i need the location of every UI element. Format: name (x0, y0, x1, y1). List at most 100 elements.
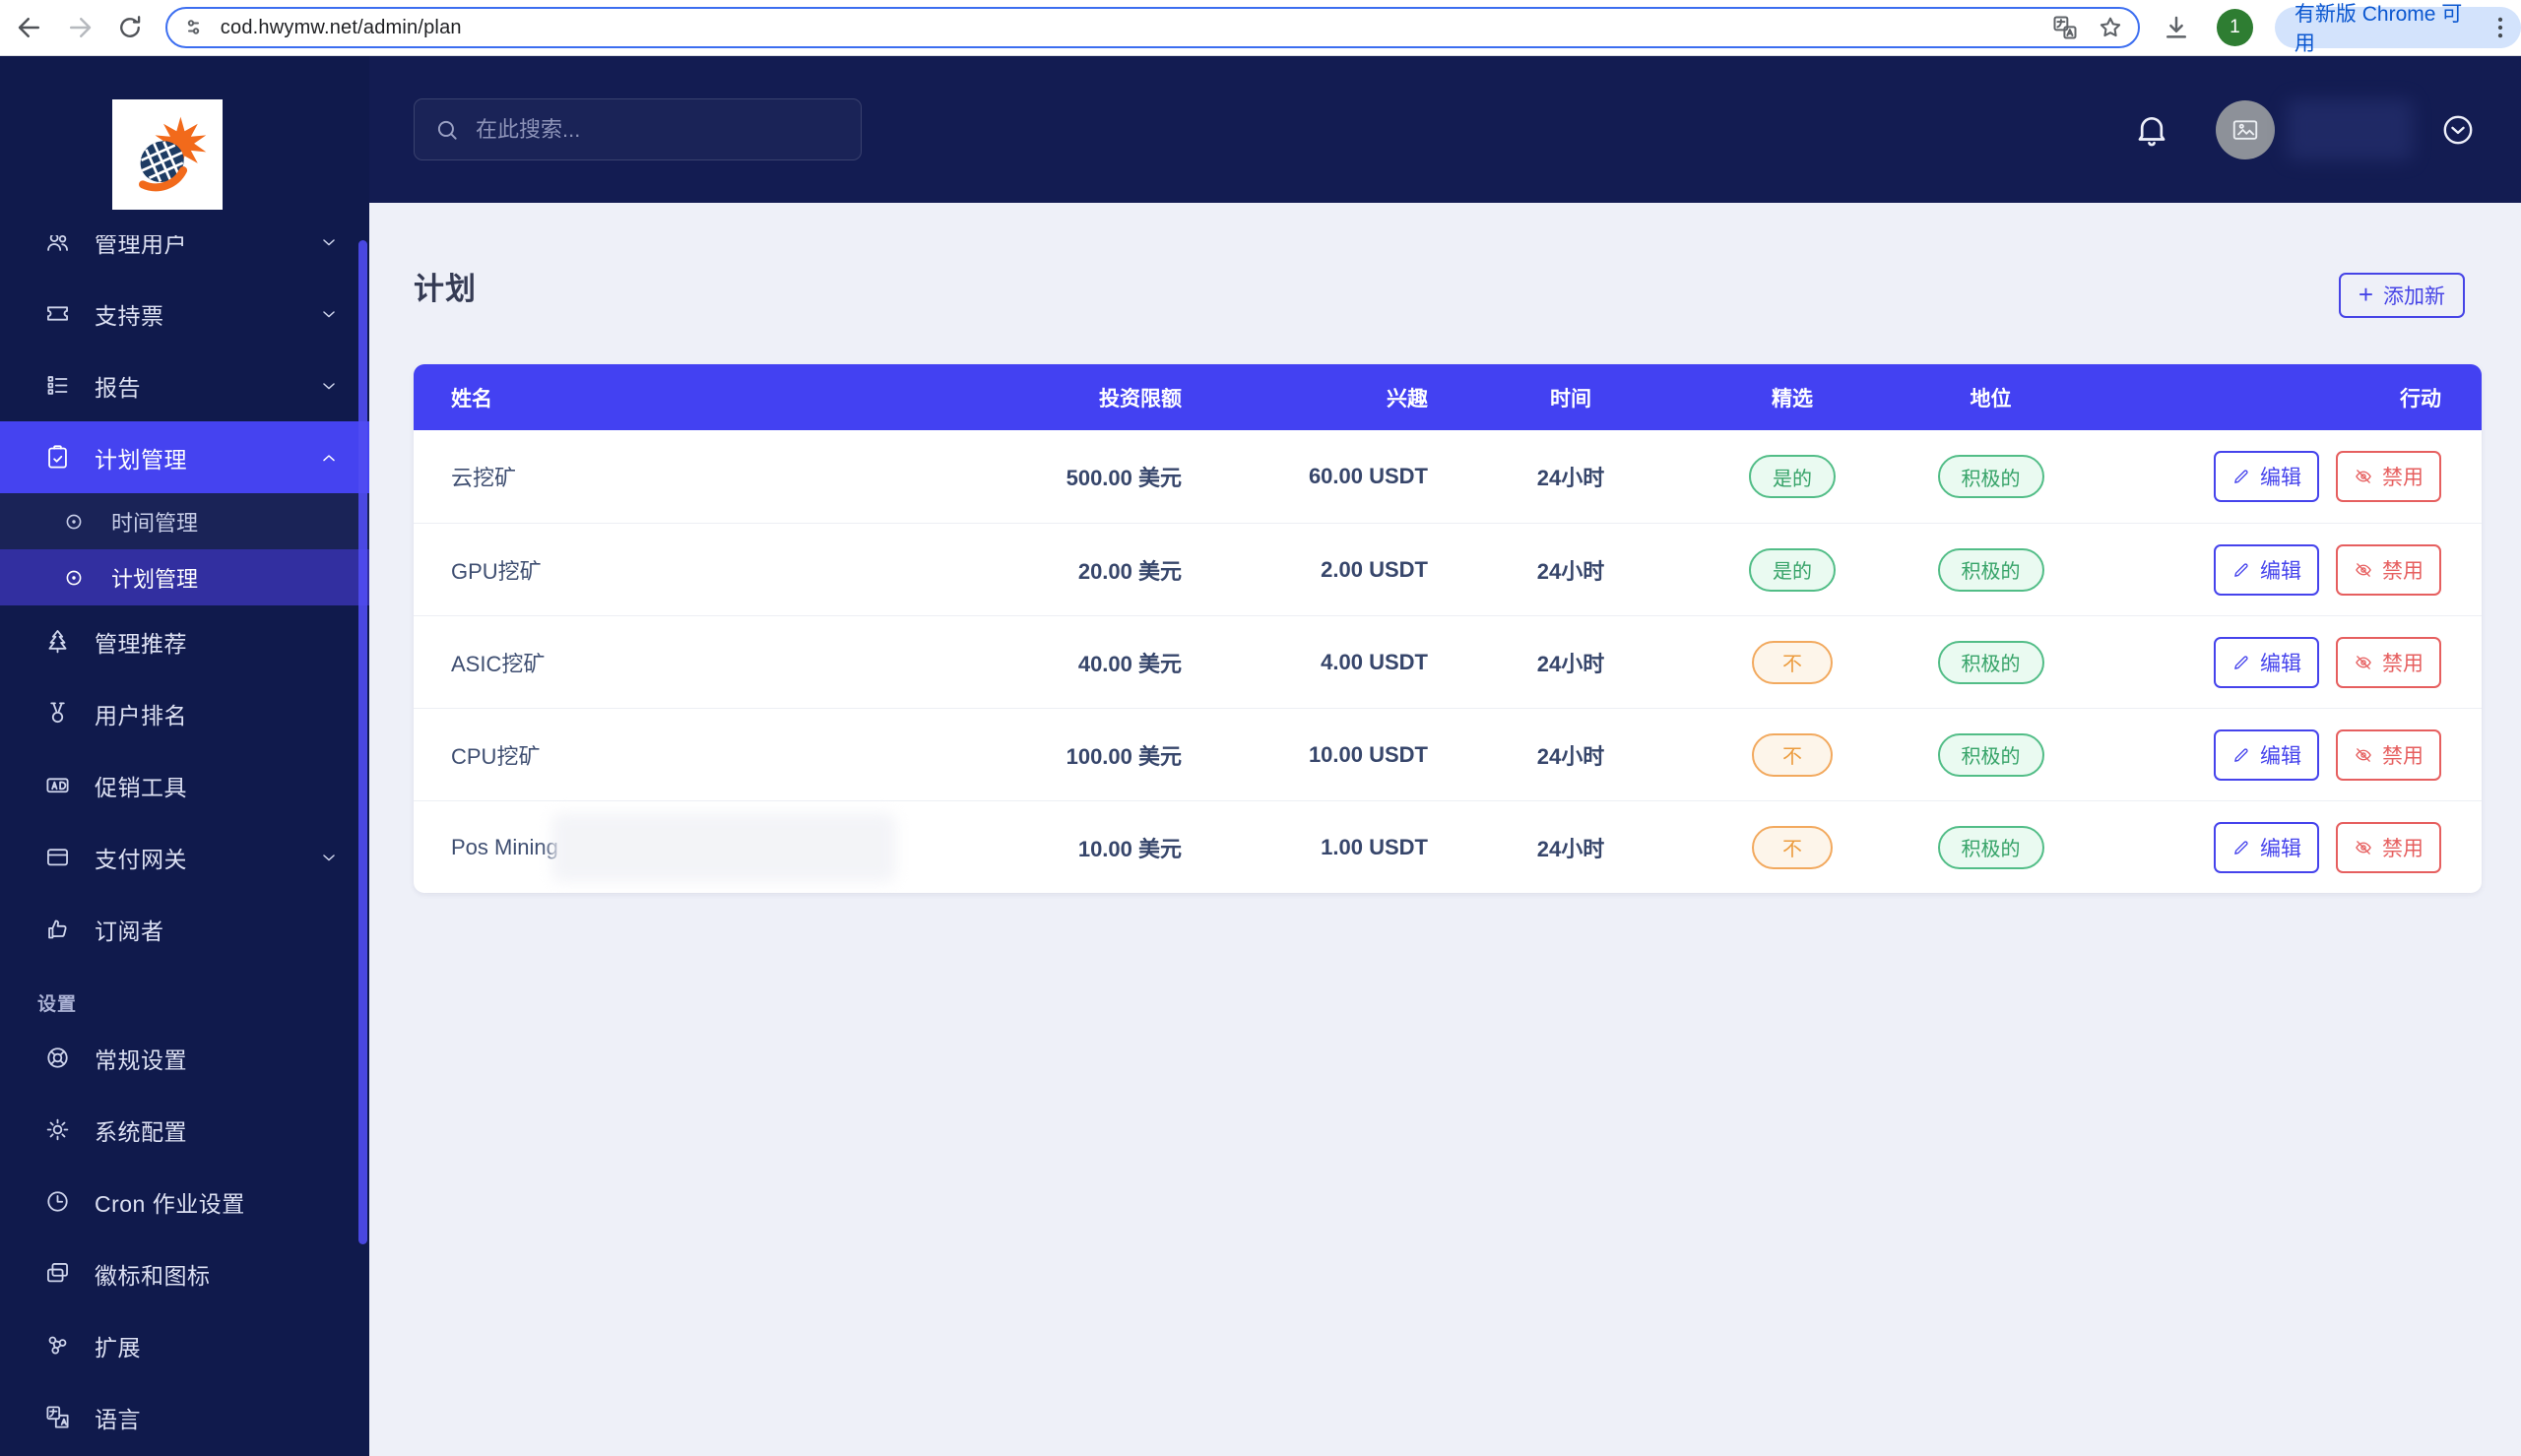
nodes-icon (44, 1332, 71, 1359)
edit-button[interactable]: 编辑 (2214, 451, 2319, 502)
chevron-down-icon (318, 847, 340, 868)
time-cell: 24小时 (1536, 836, 1605, 861)
investment-limit-cell: 10.00 美元 (1077, 836, 1182, 861)
sidebar-item[interactable]: 支持票 (0, 278, 369, 349)
sidebar-item[interactable]: 用户排名 (0, 677, 369, 749)
gear-icon (44, 1116, 71, 1143)
sidebar-item-label: 支持票 (95, 302, 164, 329)
sidebar-item[interactable]: 管理推荐 (0, 605, 369, 677)
browser-toolbar: cod.hwymw.net/admin/plan 1 有新版 Chrome 可用 (0, 0, 2521, 56)
refresh-icon[interactable] (109, 6, 152, 49)
url-text[interactable]: cod.hwymw.net/admin/plan (221, 17, 2034, 39)
back-icon[interactable] (8, 6, 50, 49)
bookmark-star-icon[interactable] (2097, 14, 2124, 41)
featured-badge: 不 (1752, 640, 1833, 684)
users-icon (44, 235, 71, 255)
table-row: ASIC挖矿 40.00 美元 4.00 USDT 24小时 不 积极的 编辑 禁用 (414, 615, 2482, 708)
download-icon[interactable] (2162, 13, 2191, 42)
screen: cod.hwymw.net/admin/plan 1 有新版 Chrome 可用 (0, 0, 2521, 1456)
dot-icon (62, 566, 86, 590)
table-row: GPU挖矿 20.00 美元 2.00 USDT 24小时 是的 积极的 编辑 禁用 (414, 523, 2482, 615)
user-avatar[interactable] (2216, 99, 2275, 159)
sidebar-item[interactable]: 订阅者 (0, 893, 369, 965)
sidebar-subitem-label: 时间管理 (111, 510, 199, 536)
account-chevron-icon[interactable] (2440, 112, 2476, 148)
sidebar-subitem-label: 计划管理 (111, 566, 199, 592)
eye-off-icon (2354, 653, 2373, 672)
sidebar-scrollbar[interactable] (358, 240, 367, 1244)
clock-icon (44, 1188, 71, 1215)
sidebar-subitem[interactable]: 时间管理 (0, 493, 369, 549)
search-input[interactable] (476, 116, 830, 143)
disable-button[interactable]: 禁用 (2336, 636, 2441, 688)
sidebar-item[interactable]: 计划管理 (0, 421, 369, 493)
eye-off-icon (2354, 560, 2373, 580)
plus-icon: + (2358, 279, 2373, 309)
table-header-row: 姓名 投资限额 兴趣 时间 精选 地位 行动 (414, 364, 2482, 430)
interest-cell: 10.00 USDT (1308, 741, 1428, 767)
page-content: 计划 + 添加新 姓名 投资限额 兴趣 时间 精选 地位 行动 云挖矿 500.00 美元 60… (369, 203, 2521, 1456)
edit-button[interactable]: 编辑 (2214, 821, 2319, 873)
profile-avatar[interactable]: 1 (2216, 9, 2253, 46)
status-badge: 积极的 (1937, 455, 2044, 498)
notifications-bell-icon[interactable] (2133, 111, 2170, 149)
brand-logo[interactable] (112, 99, 223, 210)
plans-table-card: 姓名 投资限额 兴趣 时间 精选 地位 行动 云挖矿 500.00 美元 60.00 USDT 2… (414, 364, 2482, 893)
column-header: 行动 (2400, 387, 2441, 411)
sidebar-item[interactable]: 报告 (0, 349, 369, 421)
plan-name-cell: GPU挖矿 (451, 558, 542, 584)
kebab-menu-icon[interactable] (2486, 11, 2515, 44)
featured-badge: 是的 (1749, 455, 1836, 498)
edit-button[interactable]: 编辑 (2214, 636, 2319, 688)
chrome-update-pill[interactable]: 有新版 Chrome 可用 (2274, 3, 2521, 55)
search-icon (434, 117, 460, 143)
sidebar-nav: 管理用户 支持票 报告 计划管理 时间管理 计划管理 管理推荐 用户排名 促销工具 支付网关 订阅者… (0, 235, 369, 1456)
sidebar-item[interactable]: 徽标和图标 (0, 1237, 369, 1309)
edit-button[interactable]: 编辑 (2214, 543, 2319, 596)
sidebar-item-label: 促销工具 (95, 774, 187, 800)
edit-button[interactable]: 编辑 (2214, 728, 2319, 781)
sidebar-item[interactable]: 支付网关 (0, 821, 369, 893)
status-badge: 积极的 (1937, 547, 2044, 592)
sidebar-item[interactable]: 系统配置 (0, 1094, 369, 1166)
sidebar: 管理用户 支持票 报告 计划管理 时间管理 计划管理 管理推荐 用户排名 促销工具 支付网关 订阅者… (0, 56, 369, 1456)
sidebar-item-label: Cron 作业设置 (95, 1190, 245, 1217)
sidebar-item[interactable]: 常规设置 (0, 1022, 369, 1094)
update-pill-label: 有新版 Chrome 可用 (2294, 3, 2463, 55)
disable-button[interactable]: 禁用 (2336, 821, 2441, 873)
sidebar-item-label: 用户排名 (95, 702, 187, 728)
interest-cell: 60.00 USDT (1308, 464, 1428, 488)
images-icon (44, 1260, 71, 1287)
plan-name-cell: Pos Mining (451, 834, 558, 859)
time-cell: 24小时 (1536, 651, 1605, 676)
plan-name-cell: CPU挖矿 (451, 743, 541, 769)
disable-button[interactable]: 禁用 (2336, 543, 2441, 596)
sidebar-item[interactable]: 扩展 (0, 1309, 369, 1381)
sidebar-subitem[interactable]: 计划管理 (0, 549, 369, 605)
sidebar-item[interactable]: 促销工具 (0, 749, 369, 821)
sidebar-item[interactable]: 语言 (0, 1381, 369, 1453)
medal-icon (44, 700, 71, 727)
disable-button[interactable]: 禁用 (2336, 728, 2441, 781)
clipboard-icon (44, 444, 71, 471)
column-header: 精选 (1772, 387, 1813, 411)
pencil-icon (2231, 560, 2251, 580)
site-settings-icon[interactable] (183, 16, 207, 39)
translate-icon[interactable] (2051, 14, 2079, 41)
disable-button[interactable]: 禁用 (2336, 451, 2441, 502)
search-box[interactable] (414, 98, 862, 160)
sidebar-section-label: 设置 (37, 993, 78, 1015)
app-header (369, 56, 2521, 203)
table-row: 云挖矿 500.00 美元 60.00 USDT 24小时 是的 积极的 编辑 禁用 (414, 430, 2482, 523)
sidebar-item-label: 语言 (95, 1406, 141, 1432)
status-badge: 积极的 (1937, 732, 2044, 777)
investment-limit-cell: 20.00 美元 (1077, 558, 1182, 584)
sidebar-item[interactable]: Cron 作业设置 (0, 1166, 369, 1237)
forward-icon[interactable] (58, 6, 100, 49)
address-bar[interactable]: cod.hwymw.net/admin/plan (164, 7, 2140, 48)
sidebar-item[interactable]: 管理用户 (0, 235, 369, 278)
add-new-button[interactable]: + 添加新 (2338, 273, 2465, 318)
language-icon (44, 1404, 71, 1430)
table-row: Pos Mining 10.00 美元 1.00 USDT 24小时 不 积极的 编辑 禁用 (414, 800, 2482, 893)
app-shell: 管理用户 支持票 报告 计划管理 时间管理 计划管理 管理推荐 用户排名 促销工具 支付网关 订阅者… (0, 56, 2521, 1456)
